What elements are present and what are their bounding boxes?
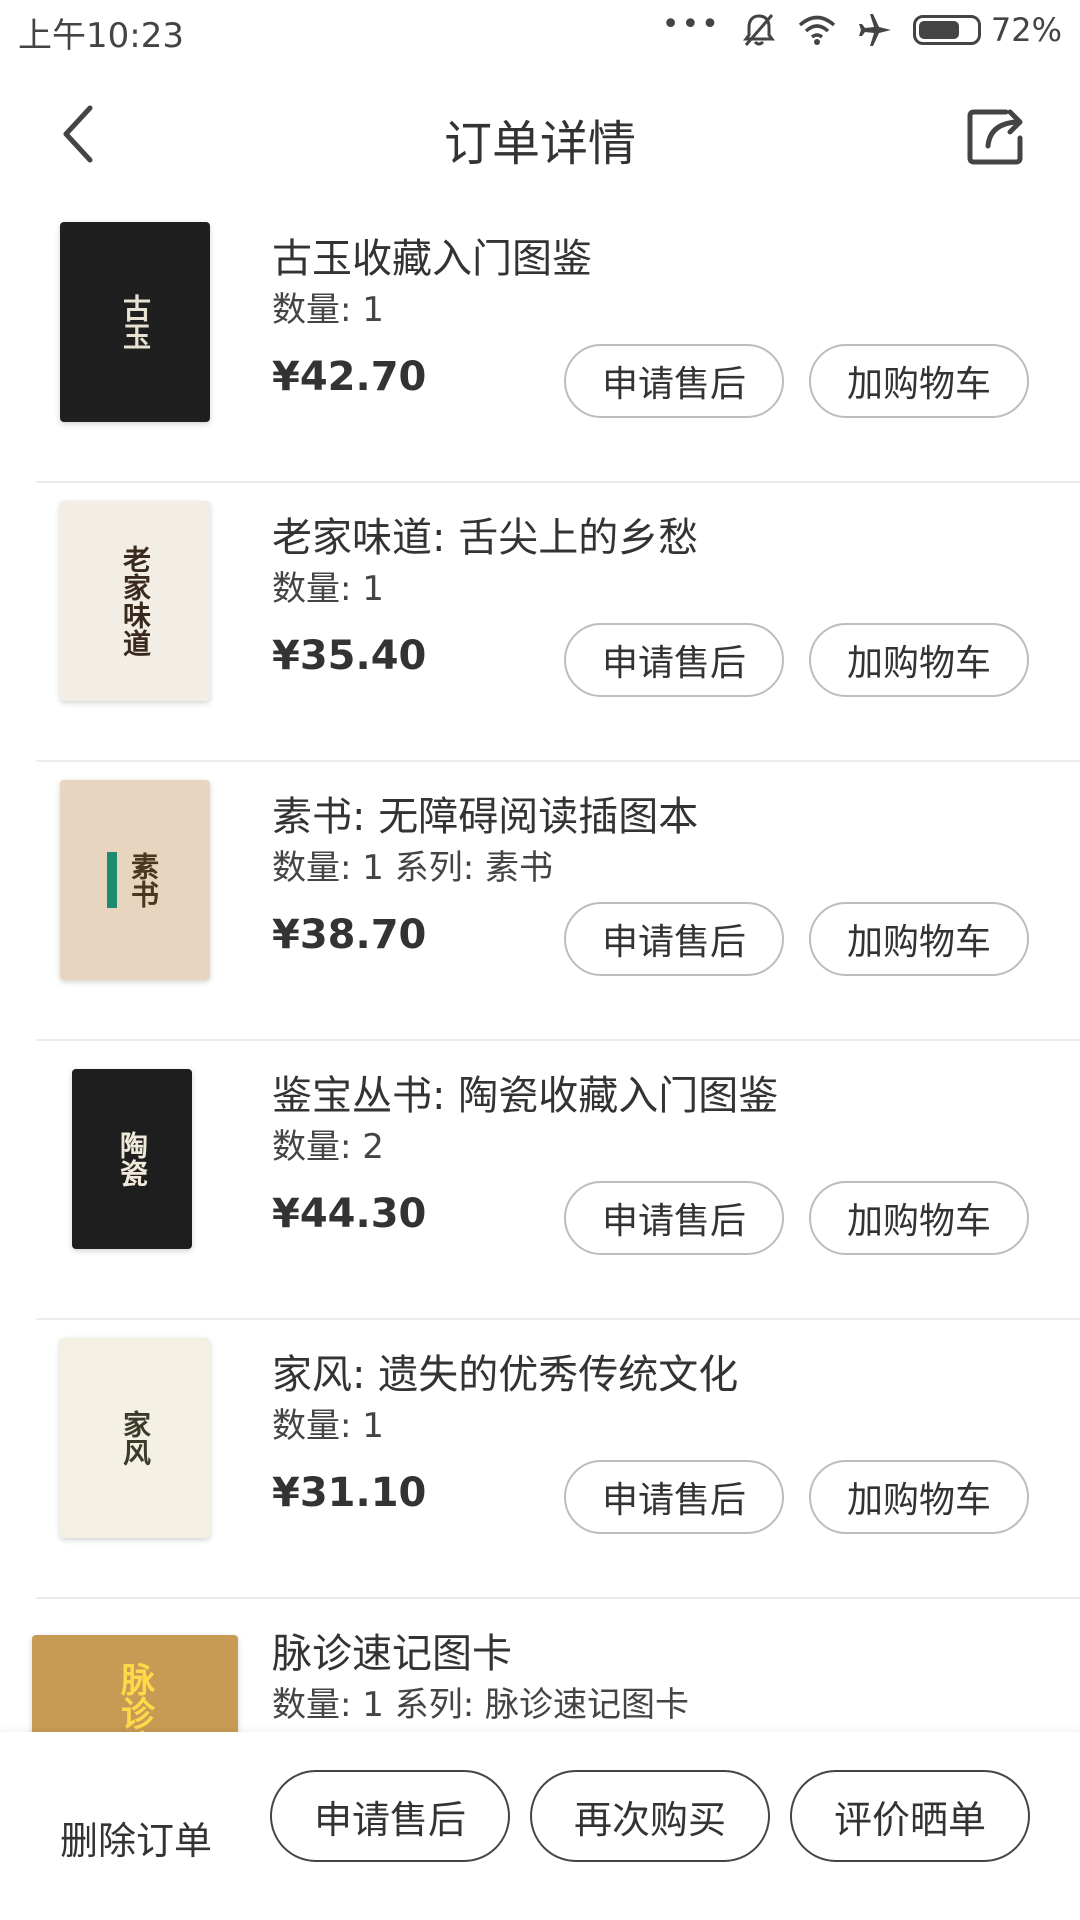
add-to-cart-button[interactable]: 加购物车: [809, 623, 1029, 697]
order-item[interactable]: 古玉 古玉收藏入门图鉴 数量: 1 ¥42.70 申请售后 加购物车: [36, 204, 1080, 483]
order-item[interactable]: 陶瓷 鉴宝丛书: 陶瓷收藏入门图鉴 数量: 2 ¥44.30 申请售后 加购物车: [36, 1041, 1080, 1320]
cover-title: 家风: [119, 1410, 152, 1466]
share-icon: [967, 109, 1023, 165]
cover-title: 脉诊速记: [114, 1662, 155, 1732]
item-quantity-series: 数量: 1 系列: 素书: [272, 848, 553, 888]
item-price: ¥35.40: [272, 633, 427, 679]
item-quantity: 数量: 1: [272, 569, 384, 609]
apply-aftersale-button[interactable]: 申请售后: [270, 1770, 510, 1862]
add-to-cart-button[interactable]: 加购物车: [809, 1460, 1029, 1534]
review-button[interactable]: 评价晒单: [790, 1770, 1030, 1862]
book-cover[interactable]: 家风: [60, 1338, 210, 1538]
apply-aftersale-button[interactable]: 申请售后: [564, 623, 784, 697]
add-to-cart-button[interactable]: 加购物车: [809, 344, 1029, 418]
mute-bell-icon: [739, 10, 779, 50]
item-price: ¥31.10: [272, 1470, 427, 1516]
cover-title: 古玉: [119, 294, 152, 350]
item-title[interactable]: 鉴宝丛书: 陶瓷收藏入门图鉴: [272, 1063, 778, 1121]
order-item[interactable]: 老家味道 老家味道: 舌尖上的乡愁 数量: 1 ¥35.40 申请售后 加购物车: [36, 483, 1080, 762]
item-price: ¥42.70: [272, 354, 427, 400]
item-title[interactable]: 脉诊速记图卡: [272, 1621, 512, 1679]
item-title[interactable]: 古玉收藏入门图鉴: [272, 226, 592, 284]
apply-aftersale-button[interactable]: 申请售后: [564, 902, 784, 976]
item-title[interactable]: 素书: 无障碍阅读插图本: [272, 784, 698, 842]
apply-aftersale-button[interactable]: 申请售后: [564, 1181, 784, 1255]
item-quantity: 数量: 1: [272, 1406, 384, 1446]
top-nav: 订单详情: [0, 64, 1080, 204]
item-quantity-series: 数量: 1 系列: 脉诊速记图卡: [272, 1685, 689, 1725]
share-button[interactable]: [960, 96, 1036, 172]
item-price: ¥38.70: [272, 912, 427, 958]
item-price: ¥44.30: [272, 1191, 427, 1237]
item-quantity: 数量: 1: [272, 290, 384, 330]
battery-indicator: 72%: [912, 11, 1062, 49]
buy-again-button[interactable]: 再次购买: [530, 1770, 770, 1862]
item-quantity: 数量: 2: [272, 1127, 384, 1167]
add-to-cart-button[interactable]: 加购物车: [809, 902, 1029, 976]
cover-title: 老家味道: [119, 545, 152, 657]
order-item[interactable]: 素书 素书: 无障碍阅读插图本 数量: 1 系列: 素书 ¥38.70 申请售后…: [36, 762, 1080, 1041]
order-item-list[interactable]: 古玉 古玉收藏入门图鉴 数量: 1 ¥42.70 申请售后 加购物车 老家味道 …: [0, 204, 1080, 1732]
delete-order-button[interactable]: 删除订单: [60, 1810, 212, 1865]
apply-aftersale-button[interactable]: 申请售后: [564, 1460, 784, 1534]
cover-title: 陶瓷: [116, 1131, 149, 1187]
status-time: 上午10:23: [18, 16, 184, 56]
battery-percent: 72%: [990, 11, 1062, 49]
bottom-action-bar: 删除订单 申请售后 再次购买 评价晒单: [0, 1732, 1080, 1920]
book-cover[interactable]: 素书: [60, 780, 210, 980]
wifi-icon: [797, 10, 837, 50]
page-title: 订单详情: [443, 116, 636, 172]
book-cover[interactable]: 脉诊速记: [32, 1635, 238, 1732]
book-cover[interactable]: 古玉: [60, 222, 210, 422]
item-title[interactable]: 家风: 遗失的优秀传统文化: [272, 1342, 738, 1400]
book-cover[interactable]: 老家味道: [60, 501, 210, 701]
item-title[interactable]: 老家味道: 舌尖上的乡愁: [272, 505, 698, 563]
airplane-icon: [855, 10, 895, 50]
order-item[interactable]: 家风 家风: 遗失的优秀传统文化 数量: 1 ¥31.10 申请售后 加购物车: [36, 1320, 1080, 1599]
book-cover[interactable]: 陶瓷: [72, 1069, 192, 1249]
battery-fill: [918, 21, 960, 39]
order-item[interactable]: 脉诊速记 脉诊速记图卡 数量: 1 系列: 脉诊速记图卡: [32, 1599, 1080, 1732]
add-to-cart-button[interactable]: 加购物车: [809, 1181, 1029, 1255]
apply-aftersale-button[interactable]: 申请售后: [564, 344, 784, 418]
more-dots-icon: •••: [661, 6, 721, 42]
cover-title: 素书: [107, 852, 163, 908]
battery-icon: [912, 15, 981, 45]
status-icons: ••• 72%: [662, 6, 1062, 54]
status-bar: 上午10:23 ••• 72%: [0, 0, 1080, 64]
